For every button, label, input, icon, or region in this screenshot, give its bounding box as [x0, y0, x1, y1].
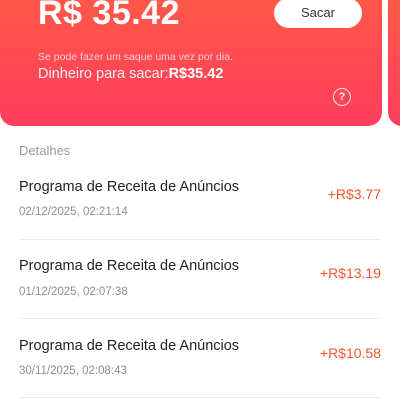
transaction-date: 30/11/2025, 02:08:43	[19, 365, 127, 377]
transaction-title: Programa de Receita de Anúncios	[19, 179, 240, 195]
transaction-row[interactable]: Programa de Receita de Anúncios 30/11/20…	[0, 319, 400, 399]
details-title: Detalhes	[19, 143, 71, 158]
transaction-amount: +R$3.77	[327, 186, 381, 202]
withdraw-notice: Se pode fazer um saque uma vez por dia.	[38, 51, 233, 63]
question-circle-icon[interactable]: ?	[333, 88, 351, 106]
balance-amount: R$ 35.42	[38, 0, 180, 32]
transaction-row[interactable]: Programa de Receita de Anúncios 01/12/20…	[0, 240, 400, 320]
transaction-date: 02/12/2025, 02:21:14	[19, 206, 128, 218]
transaction-title: Programa de Receita de Anúncios	[19, 338, 240, 354]
withdraw-button[interactable]: Sacar	[274, 0, 362, 28]
transaction-title: Programa de Receita de Anúncios	[19, 258, 240, 274]
transaction-amount: +R$13.19	[319, 265, 381, 281]
withdrawable-amount: R$35.42	[168, 66, 224, 82]
next-balance-card[interactable]	[388, 0, 400, 126]
row-divider	[19, 397, 381, 398]
withdrawable-label: Dinheiro para sacar:	[38, 66, 169, 82]
withdraw-page: R$ 35.42 Sacar Se pode fazer um saque um…	[0, 0, 400, 400]
withdrawable-line: Dinheiro para sacar:R$35.42	[38, 66, 223, 82]
transaction-date: 01/12/2025, 02:07:38	[19, 286, 128, 298]
transaction-amount: +R$10.58	[319, 345, 381, 361]
transaction-row[interactable]: Programa de Receita de Anúncios 02/12/20…	[0, 160, 400, 240]
